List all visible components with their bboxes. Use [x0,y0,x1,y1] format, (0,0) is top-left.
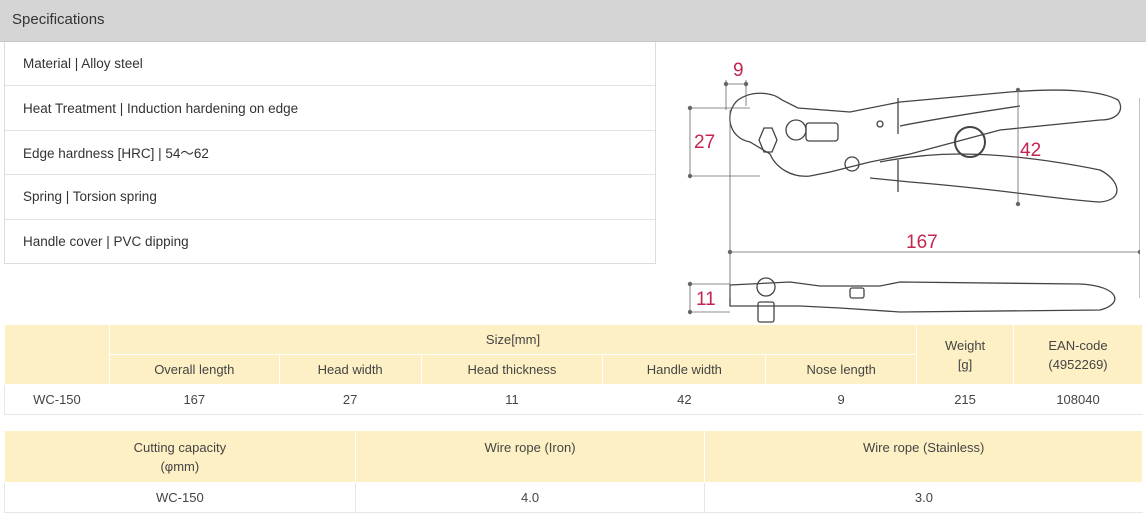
side-view-spring [849,287,865,299]
section-title: Specifications [12,11,105,28]
row-weight: 215 [916,384,1015,415]
spec-item-spring: Spring | Torsion spring [5,175,655,220]
capacity-table: Cutting capacity (φmm) Wire rope (Iron) … [4,430,1143,513]
head-slot [805,122,839,142]
dim-label-head-thickness: 11 [696,289,716,310]
side-view-pin [757,301,775,323]
wire-cutter-drawing: 9 27 42 167 11 [687,60,1140,323]
capacity-row-iron: 4.0 [354,482,705,513]
row-head-width: 27 [278,384,422,415]
spec-list: Material | Alloy steel Heat Treatment | … [4,42,656,264]
col-head-width: Head width [278,354,422,385]
side-view-bolt [756,277,776,297]
section-header: Specifications [0,0,1146,42]
spec-item-material: Material | Alloy steel [5,42,655,87]
dim-label-nose: 9 [733,60,744,81]
row-head-thickness: 11 [420,384,604,415]
row-nose-length: 9 [765,384,918,415]
ean-header-line2: (4952269) [1048,356,1108,372]
capacity-row-stainless: 3.0 [704,482,1143,513]
side-view-outline [729,281,1116,313]
upper-handle [899,105,1021,127]
row-model: WC-150 [4,384,110,415]
spec-item-handle-cover: Handle cover | PVC dipping [23,234,189,250]
col-overall-length: Overall length [108,354,280,385]
row-handle-width: 42 [602,384,767,415]
stainless-header: Wire rope (Stainless) [704,430,1143,483]
row-overall-length: 167 [108,384,280,415]
pivot-circle [785,119,807,141]
ean-header-line1: EAN-code [1048,337,1108,353]
capacity-row-model: WC-150 [4,482,356,513]
size-group-header: Size[mm] [108,324,918,355]
lower-handle [869,153,1118,203]
ean-header: EAN-code (4952269) [1013,324,1143,385]
row-ean: 108040 [1013,384,1143,415]
spring-pin [844,156,860,172]
dim-label-handle-width: 42 [1020,140,1041,161]
dim-label-overall-length: 167 [906,232,938,253]
col-head-thickness: Head thickness [420,354,604,385]
size-table-corner [4,324,110,385]
capacity-header: Cutting capacity (φmm) [4,430,356,483]
dim-label-head-width: 27 [694,132,715,153]
handle-ring [954,126,986,158]
iron-header: Wire rope (Iron) [354,430,706,483]
col-nose-length: Nose length [765,354,918,385]
weight-header: Weight [g] [916,324,1015,385]
spec-item-heat-treatment: Heat Treatment | Induction hardening on … [5,86,655,131]
capacity-header-line2: (φmm) [160,458,200,474]
weight-header-line1: Weight [944,337,986,353]
col-handle-width: Handle width [602,354,767,385]
size-table: Size[mm] Weight [g] EAN-code (4952269) O… [4,324,1143,415]
capacity-header-line1: Cutting capacity [133,439,227,455]
weight-header-line2: [g] [957,356,973,372]
spec-item-edge-hardness: Edge hardness [HRC] | 54～62 [5,131,655,176]
small-pin [876,120,884,128]
